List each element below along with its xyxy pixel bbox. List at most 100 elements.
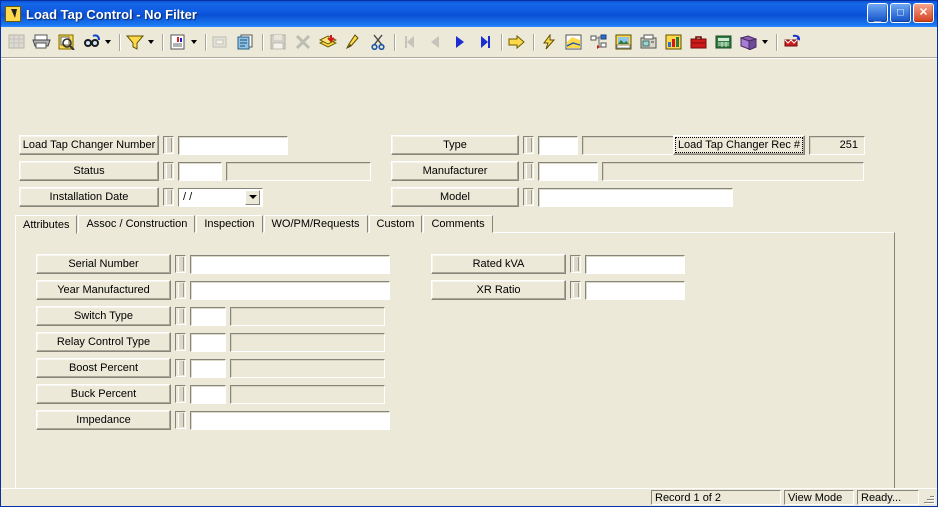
report-icon[interactable] xyxy=(166,31,189,54)
lookup-serial-number[interactable] xyxy=(175,255,186,273)
cut-icon[interactable] xyxy=(366,31,389,54)
last-record-icon[interactable] xyxy=(473,31,496,54)
filter-icon[interactable] xyxy=(123,31,146,54)
resize-grip-icon[interactable] xyxy=(923,492,935,504)
tab-assoc-construction[interactable]: Assoc / Construction xyxy=(78,215,196,233)
export-icon[interactable] xyxy=(209,31,232,54)
label-manufacturer[interactable]: Manufacturer xyxy=(391,161,519,181)
chart-icon[interactable] xyxy=(662,31,685,54)
label-serial-number[interactable]: Serial Number xyxy=(36,254,171,274)
label-relay-control-type[interactable]: Relay Control Type xyxy=(36,332,171,352)
status-mode: View Mode xyxy=(784,490,854,505)
label-rated-kva[interactable]: Rated kVA xyxy=(431,254,566,274)
title-bar[interactable]: Load Tap Control - No Filter _ □ ✕ xyxy=(1,1,937,27)
label-status[interactable]: Status xyxy=(19,161,159,181)
flag-icon[interactable] xyxy=(780,31,803,54)
toolbar-separator xyxy=(772,31,779,54)
close-button[interactable]: ✕ xyxy=(913,3,934,23)
input-serial-number[interactable] xyxy=(190,254,390,274)
lookup-buck-percent[interactable] xyxy=(175,385,186,403)
minimize-button[interactable]: _ xyxy=(867,3,888,23)
field-row-xr-ratio: XR Ratio xyxy=(431,280,685,300)
spreadsheet-icon[interactable] xyxy=(712,31,735,54)
lookup-impedance[interactable] xyxy=(175,411,186,429)
lookup-year-manufactured[interactable] xyxy=(175,281,186,299)
label-switch-type[interactable]: Switch Type xyxy=(36,306,171,326)
find-dropdown-icon[interactable] xyxy=(102,31,114,54)
input-model[interactable] xyxy=(538,187,733,207)
label-impedance[interactable]: Impedance xyxy=(36,410,171,430)
input-switch-type-code[interactable] xyxy=(190,306,226,326)
add-record-icon[interactable] xyxy=(316,31,339,54)
first-record-icon[interactable] xyxy=(398,31,421,54)
print-preview-icon[interactable] xyxy=(55,31,78,54)
duplicate-record-icon[interactable] xyxy=(234,31,257,54)
input-relay-control-type-code[interactable] xyxy=(190,332,226,352)
grid-view-icon[interactable] xyxy=(5,31,28,54)
image-icon[interactable] xyxy=(612,31,635,54)
input-impedance[interactable] xyxy=(190,410,390,430)
lookup-boost-percent[interactable] xyxy=(175,359,186,377)
lookup-manufacturer[interactable] xyxy=(523,162,534,180)
label-boost-percent[interactable]: Boost Percent xyxy=(36,358,171,378)
label-load-tap-changer-rec-number[interactable]: Load Tap Changer Rec # xyxy=(673,135,805,155)
filter-dropdown-icon[interactable] xyxy=(145,31,157,54)
hierarchy-icon[interactable] xyxy=(587,31,610,54)
print-icon[interactable] xyxy=(30,31,53,54)
field-row-relay-control-type: Relay Control Type xyxy=(36,332,385,352)
label-installation-date[interactable]: Installation Date xyxy=(19,187,159,207)
lookup-installation-date[interactable] xyxy=(163,188,174,206)
next-record-icon[interactable] xyxy=(448,31,471,54)
display-relay-control-type-description xyxy=(230,332,385,352)
input-xr-ratio[interactable] xyxy=(585,280,685,300)
input-installation-date[interactable]: / / xyxy=(178,187,263,207)
lightning-icon[interactable] xyxy=(537,31,560,54)
tab-wo-pm-requests[interactable]: WO/PM/Requests xyxy=(263,215,368,233)
lookup-xr-ratio[interactable] xyxy=(570,281,581,299)
tab-comments[interactable]: Comments xyxy=(423,215,493,233)
lookup-type[interactable] xyxy=(523,136,534,154)
tab-custom[interactable]: Custom xyxy=(368,215,423,233)
book-icon[interactable] xyxy=(737,31,760,54)
label-load-tap-changer-number[interactable]: Load Tap Changer Number xyxy=(19,135,159,155)
toolbar-separator xyxy=(115,31,122,54)
label-model[interactable]: Model xyxy=(391,187,519,207)
toolbox-icon[interactable] xyxy=(687,31,710,54)
input-load-tap-changer-number[interactable] xyxy=(178,135,288,155)
field-row-status: Status xyxy=(19,161,371,181)
previous-record-icon[interactable] xyxy=(423,31,446,54)
input-year-manufactured[interactable] xyxy=(190,280,390,300)
label-buck-percent[interactable]: Buck Percent xyxy=(36,384,171,404)
label-xr-ratio[interactable]: XR Ratio xyxy=(431,280,566,300)
lookup-model[interactable] xyxy=(523,188,534,206)
input-type-code[interactable] xyxy=(538,135,578,155)
lookup-status[interactable] xyxy=(163,162,174,180)
save-icon[interactable] xyxy=(266,31,289,54)
lookup-rated-kva[interactable] xyxy=(570,255,581,273)
fax-icon[interactable] xyxy=(637,31,660,54)
input-boost-percent-code[interactable] xyxy=(190,358,226,378)
display-status-description xyxy=(226,161,371,181)
goto-record-icon[interactable] xyxy=(505,31,528,54)
tab-inspection[interactable]: Inspection xyxy=(196,215,263,233)
input-status-code[interactable] xyxy=(178,161,222,181)
lookup-switch-type[interactable] xyxy=(175,307,186,325)
label-type[interactable]: Type xyxy=(391,135,519,155)
tab-attributes[interactable]: Attributes xyxy=(15,215,78,234)
toolbar-separator xyxy=(529,31,536,54)
chevron-down-icon[interactable] xyxy=(245,189,260,205)
lookup-load-tap-changer-number[interactable] xyxy=(163,136,174,154)
maximize-button[interactable]: □ xyxy=(890,3,911,23)
input-rated-kva[interactable] xyxy=(585,254,685,274)
label-year-manufactured[interactable]: Year Manufactured xyxy=(36,280,171,300)
book-dropdown-icon[interactable] xyxy=(759,31,771,54)
find-icon[interactable] xyxy=(80,31,103,54)
map-icon[interactable] xyxy=(562,31,585,54)
delete-icon[interactable] xyxy=(291,31,314,54)
input-manufacturer-code[interactable] xyxy=(538,161,598,181)
edit-icon[interactable] xyxy=(341,31,364,54)
report-dropdown-icon[interactable] xyxy=(188,31,200,54)
input-buck-percent-code[interactable] xyxy=(190,384,226,404)
display-buck-percent-description xyxy=(230,384,385,404)
lookup-relay-control-type[interactable] xyxy=(175,333,186,351)
